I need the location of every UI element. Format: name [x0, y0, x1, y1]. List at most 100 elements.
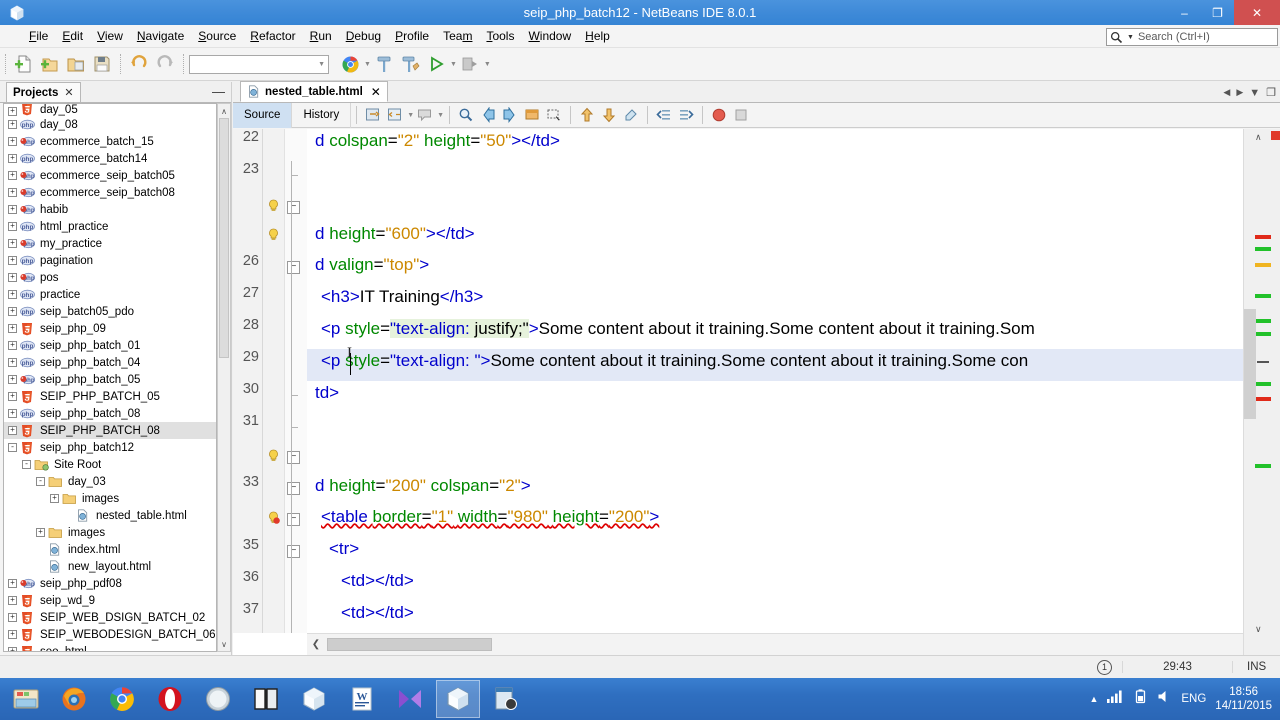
movie-maker-button[interactable]	[388, 680, 432, 718]
expand-icon[interactable]: +	[8, 256, 17, 265]
code-line[interactable]: <p style="text-align: justify;">Some con…	[307, 317, 1243, 349]
select-rectangular-button[interactable]	[543, 104, 565, 126]
annotation-mark[interactable]	[1255, 235, 1271, 239]
debug-project-button[interactable]	[457, 51, 483, 77]
close-button[interactable]: ✕	[1234, 0, 1280, 25]
close-icon[interactable]: ✕	[64, 86, 73, 99]
annotation-mark[interactable]	[1255, 263, 1271, 267]
expand-icon[interactable]: +	[8, 647, 17, 651]
shift-left-button[interactable]	[653, 104, 675, 126]
expand-icon[interactable]: +	[8, 107, 17, 116]
book-reader-button[interactable]	[244, 680, 288, 718]
expand-icon[interactable]: +	[8, 579, 17, 588]
expand-icon[interactable]: +	[50, 494, 59, 503]
opera-button[interactable]	[148, 680, 192, 718]
expand-icon[interactable]: +	[8, 358, 17, 367]
tab-source[interactable]: Source	[233, 102, 293, 128]
tree-node[interactable]: + php ecommerce_batch_15	[4, 133, 216, 150]
error-status-box[interactable]	[1271, 131, 1280, 140]
expand-icon[interactable]: +	[8, 375, 17, 384]
collapse-icon[interactable]: -	[36, 477, 45, 486]
tree-node[interactable]: + php seip_batch05_pdo	[4, 303, 216, 320]
code-line[interactable]	[307, 413, 1243, 445]
expand-icon[interactable]: +	[8, 596, 17, 605]
tree-node[interactable]: + php seip_php_batch_01	[4, 337, 216, 354]
new-project-button[interactable]	[37, 51, 63, 77]
tree-node[interactable]: + seo_html	[4, 643, 216, 651]
hint-lightbulb-icon[interactable]	[267, 228, 280, 247]
error-annotation-strip[interactable]: ∧ ∨	[1243, 129, 1280, 655]
expand-icon[interactable]: +	[8, 426, 17, 435]
expand-icon[interactable]: +	[8, 324, 17, 333]
code-line[interactable]: <p style="text-align: ">Some content abo…	[307, 345, 1243, 381]
code-line[interactable]: td>	[307, 381, 1243, 413]
code-line[interactable]: d height="600"></td>	[307, 222, 1243, 254]
tree-node[interactable]: + php my_practice	[4, 235, 216, 252]
file-explorer-button[interactable]	[4, 680, 48, 718]
toggle-bookmark-button[interactable]	[521, 104, 543, 126]
expand-icon[interactable]: +	[8, 273, 17, 282]
annotation-mark[interactable]	[1255, 294, 1271, 298]
notification-badge[interactable]: 1	[1087, 659, 1122, 675]
show-hidden-icons-button[interactable]: ▲	[1089, 694, 1098, 704]
run-project-button[interactable]	[423, 51, 449, 77]
menu-window[interactable]: Window	[521, 27, 578, 45]
tree-node[interactable]: + SEIP_PHP_BATCH_05	[4, 388, 216, 405]
scroll-left-icon[interactable]: ❮	[307, 639, 325, 650]
code-line[interactable]: <h3>IT Training</h3>	[307, 285, 1243, 317]
tree-node[interactable]: + SEIP_WEBODESIGN_BATCH_06	[4, 626, 216, 643]
tree-node[interactable]: new_layout.html	[4, 558, 216, 575]
project-tree[interactable]: + day_05 + php day_08 + php ecommerce_batch_15 +…	[3, 103, 217, 652]
debug-dropdown-arrow-icon[interactable]: ▼	[484, 61, 491, 68]
annotation-mark[interactable]	[1255, 319, 1271, 323]
fold-toggle[interactable]: −	[287, 513, 300, 526]
fold-toggle[interactable]: −	[287, 482, 300, 495]
editor-horizontal-scrollbar[interactable]: ❮	[307, 633, 1243, 655]
hint-lightbulb-icon[interactable]	[267, 449, 280, 468]
tree-node[interactable]: + php practice	[4, 286, 216, 303]
redo-button[interactable]	[152, 51, 178, 77]
tree-node[interactable]: nested_table.html	[4, 507, 216, 524]
menu-help[interactable]: Help	[578, 27, 617, 45]
minimize-button[interactable]: –	[1168, 0, 1201, 25]
stop-square-button[interactable]	[730, 104, 752, 126]
tab-history[interactable]: History	[292, 102, 352, 128]
expand-icon[interactable]: +	[8, 630, 17, 639]
tree-node[interactable]: + php day_08	[4, 116, 216, 133]
clean-build-button[interactable]	[397, 51, 423, 77]
collapse-icon[interactable]: -	[22, 460, 31, 469]
fold-toggle[interactable]: −	[287, 201, 300, 214]
tree-node[interactable]: + php pagination	[4, 252, 216, 269]
tree-node[interactable]: + php html_practice	[4, 218, 216, 235]
annotation-mark[interactable]	[1255, 397, 1271, 401]
new-file-button[interactable]	[11, 51, 37, 77]
scroll-down-icon[interactable]: ∨	[218, 637, 230, 651]
previous-bookmark-button[interactable]	[477, 104, 499, 126]
menu-file[interactable]: File	[22, 27, 55, 45]
expand-icon[interactable]: +	[8, 205, 17, 214]
chevron-down-icon[interactable]: ▼	[437, 112, 444, 119]
annotation-mark[interactable]	[1255, 382, 1271, 386]
menu-profile[interactable]: Profile	[388, 27, 436, 45]
tab-projects[interactable]: Projects ✕	[6, 82, 81, 102]
expand-icon[interactable]: +	[36, 528, 45, 537]
menu-view[interactable]: View	[90, 27, 130, 45]
scroll-tabs-right-icon[interactable]: ▶	[1236, 87, 1243, 98]
code-line[interactable]: d height="200" colspan="2">	[307, 474, 1243, 506]
collapse-icon[interactable]: -	[8, 443, 17, 452]
glyph-margin[interactable]	[263, 129, 285, 633]
insert-mode-indicator[interactable]: INS	[1232, 661, 1280, 673]
code-editor[interactable]: 22 23 26 27 28 29 30 31 33 35 36 37 − − − − − − d colspa…	[233, 129, 1280, 655]
netbeans-button[interactable]	[292, 680, 336, 718]
tree-node[interactable]: + seip_php_09	[4, 320, 216, 337]
expand-icon[interactable]: +	[8, 290, 17, 299]
search-box[interactable]: ▼ Search (Ctrl+I)	[1106, 28, 1278, 46]
last-edit-button[interactable]	[362, 104, 384, 126]
maximize-button[interactable]: ❐	[1201, 0, 1234, 25]
tree-node[interactable]: - day_03	[4, 473, 216, 490]
code-line[interactable]: <tr>	[307, 537, 1243, 569]
tree-node[interactable]: + php seip_php_batch_04	[4, 354, 216, 371]
minimize-panel-button[interactable]: —	[212, 84, 225, 99]
shift-line-left-button[interactable]	[384, 104, 406, 126]
chrome-button[interactable]	[100, 680, 144, 718]
